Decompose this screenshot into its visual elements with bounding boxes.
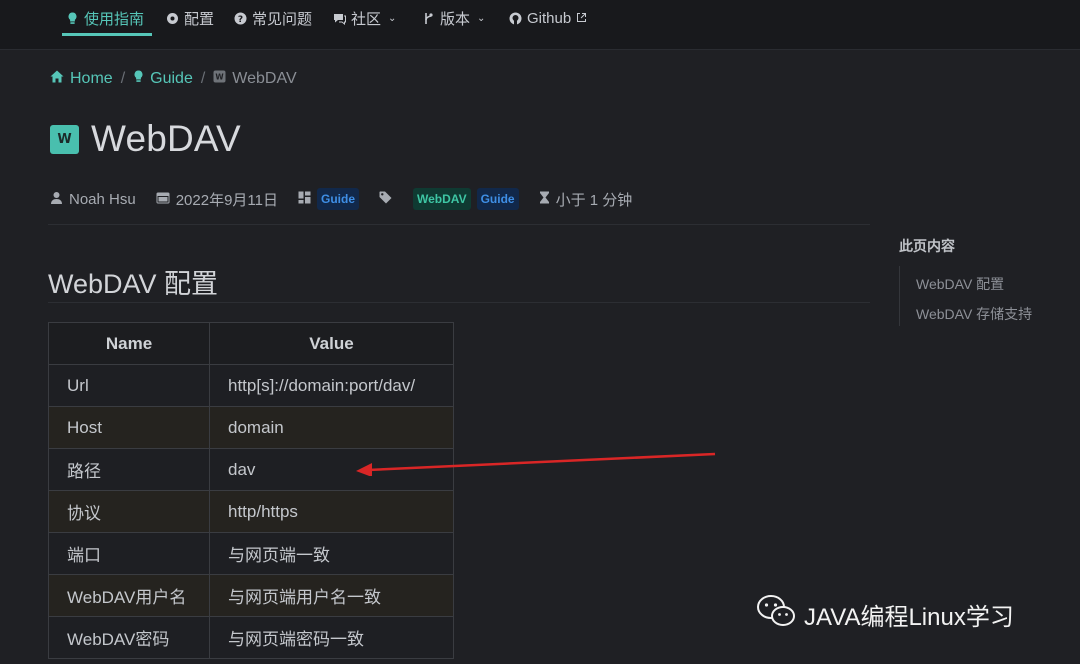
breadcrumb-home[interactable]: Home — [50, 70, 113, 88]
wechat-icon — [756, 594, 796, 635]
breadcrumb-guide[interactable]: Guide — [133, 70, 193, 88]
section-heading: WebDAV 配置 — [48, 269, 219, 299]
meta-tags: WebDAV Guide — [379, 188, 519, 210]
arrow-head — [356, 463, 372, 476]
table-row: Host domain — [48, 406, 454, 449]
webdav-logo-icon: W — [50, 124, 79, 154]
nav-item-guide[interactable]: 使用指南 — [66, 0, 144, 36]
nav-item-github[interactable]: Github — [509, 0, 587, 36]
cell-name: WebDAV用户名 — [48, 574, 210, 617]
calendar-icon — [156, 191, 170, 208]
toc-rail — [899, 266, 900, 326]
page-title: WebDAV — [91, 118, 241, 159]
meta-category: Guide — [298, 188, 360, 210]
logo-letter: W — [57, 131, 72, 147]
nav-item-label: Github — [527, 9, 572, 27]
toc-item-webdav-storage[interactable]: WebDAV 存储支持 — [916, 304, 1032, 324]
column-header-name: Name — [48, 322, 210, 365]
cell-name: 路径 — [48, 448, 210, 491]
breadcrumb-guide-label: Guide — [150, 70, 193, 87]
svg-text:W: W — [216, 73, 225, 82]
page-header: W WebDAV — [50, 118, 241, 160]
cell-name: Host — [48, 406, 210, 449]
breadcrumb-current: W WebDAV — [213, 70, 297, 88]
top-nav: 使用指南 配置 ? 常见问题 社区 ⌄ 版本 ⌄ Github — [0, 0, 1080, 50]
column-header-value: Value — [209, 322, 454, 365]
breadcrumb-separator: / — [200, 70, 206, 87]
svg-text:?: ? — [238, 15, 243, 25]
tag-webdav[interactable]: WebDAV — [413, 188, 471, 210]
table-header-row: Name Value — [48, 322, 454, 365]
bulb-icon — [133, 70, 144, 88]
cell-name: 端口 — [48, 532, 210, 575]
breadcrumb-current-label: WebDAV — [232, 70, 297, 87]
gear-icon — [166, 12, 179, 25]
chevron-down-icon: ⌄ — [388, 12, 397, 24]
watermark: JAVA编程Linux学习 — [756, 594, 1014, 635]
publish-date: 2022年9月11日 — [175, 191, 278, 209]
external-link-icon — [576, 10, 587, 27]
reading-time: 小于 1 分钟 — [555, 191, 633, 209]
hourglass-icon — [539, 191, 550, 208]
nav-item-label: 使用指南 — [84, 10, 145, 28]
nav-item-label: 配置 — [184, 10, 215, 28]
table-row: 协议 http/https — [48, 490, 454, 533]
nav-item-faq[interactable]: ? 常见问题 — [234, 0, 312, 36]
cell-value: http/https — [209, 490, 454, 533]
branch-icon — [422, 12, 435, 25]
chevron-down-icon: ⌄ — [477, 12, 486, 24]
nav-item-community[interactable]: 社区 ⌄ — [333, 0, 396, 36]
bulb-icon — [66, 12, 79, 25]
config-table: Name Value Url http[s]://domain:port/dav… — [48, 322, 454, 659]
github-icon — [509, 12, 522, 25]
toc-title: 此页内容 — [899, 238, 955, 254]
table-row: 端口 与网页端一致 — [48, 532, 454, 575]
annotation-arrow — [356, 452, 716, 476]
breadcrumb-home-label: Home — [70, 70, 113, 87]
question-icon: ? — [234, 12, 247, 25]
cell-value: 与网页端密码一致 — [209, 616, 454, 659]
user-icon — [50, 191, 63, 208]
cell-value: domain — [209, 406, 454, 449]
cell-value: 与网页端用户名一致 — [209, 574, 454, 617]
nav-item-version[interactable]: 版本 ⌄ — [422, 0, 485, 36]
divider — [48, 224, 870, 225]
author-name: Noah Hsu — [69, 190, 136, 208]
meta-author[interactable]: Noah Hsu — [50, 191, 136, 208]
nav-item-label: 版本 — [440, 10, 471, 28]
nav-item-label: 常见问题 — [252, 10, 313, 28]
tag-icon — [379, 191, 393, 208]
table-row: WebDAV密码 与网页端密码一致 — [48, 616, 454, 659]
nav-item-label: 社区 — [351, 10, 382, 28]
meta-date: 2022年9月11日 — [156, 189, 278, 210]
cell-name: WebDAV密码 — [48, 616, 210, 659]
breadcrumb: Home / Guide / W WebDAV — [50, 68, 297, 90]
breadcrumb-separator: / — [120, 70, 126, 87]
meta-reading-time: 小于 1 分钟 — [539, 189, 633, 210]
home-icon — [50, 70, 64, 88]
divider — [48, 302, 870, 303]
webdav-icon: W — [213, 70, 226, 88]
cell-name: 协议 — [48, 490, 210, 533]
watermark-text: JAVA编程Linux学习 — [804, 604, 1014, 631]
table-row: WebDAV用户名 与网页端用户名一致 — [48, 574, 454, 617]
category-icon — [298, 191, 311, 208]
tag-guide[interactable]: Guide — [476, 188, 519, 210]
chat-icon — [333, 12, 346, 25]
table-row: Url http[s]://domain:port/dav/ — [48, 364, 454, 407]
cell-value: http[s]://domain:port/dav/ — [209, 364, 454, 407]
nav-active-indicator — [62, 33, 152, 36]
nav-item-config[interactable]: 配置 — [166, 0, 214, 36]
arrow-shaft — [367, 452, 716, 472]
cell-name: Url — [48, 364, 210, 407]
page-meta: Noah Hsu 2022年9月11日 Guide WebDAV Guide 小… — [50, 186, 632, 212]
cell-value: 与网页端一致 — [209, 532, 454, 575]
toc-item-webdav-config[interactable]: WebDAV 配置 — [916, 274, 1004, 294]
category-tag[interactable]: Guide — [317, 188, 360, 210]
